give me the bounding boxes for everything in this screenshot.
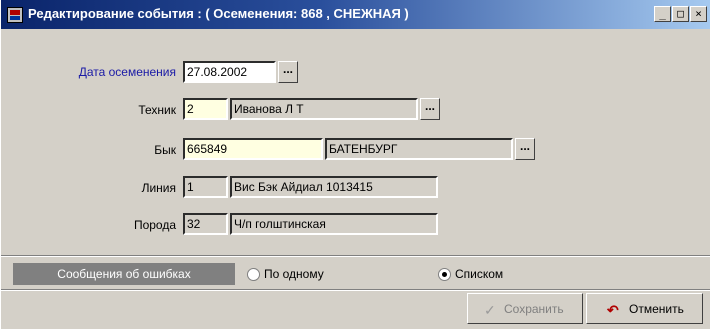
close-button[interactable]: × [690, 6, 707, 22]
line-name-field: Вис Бэк Айдиал 1013415 [230, 176, 438, 198]
bull-name-field: БАТЕНБУРГ [325, 138, 513, 160]
technician-code-field[interactable]: 2 [183, 98, 228, 120]
check-icon: ✓ [484, 302, 496, 318]
line-label: Линия [141, 181, 176, 195]
radio-list-label[interactable]: Списком [455, 267, 503, 281]
technician-label: Техник [138, 103, 176, 117]
breed-label: Порода [133, 218, 176, 232]
edit-event-window: Редактирование события : ( Осеменения: 8… [0, 0, 710, 329]
radio-one-by-one[interactable] [247, 268, 260, 281]
technician-name-field: Иванова Л Т [230, 98, 418, 120]
minimize-button[interactable]: _ [654, 6, 671, 22]
save-button-label: Сохранить [504, 302, 564, 316]
radio-list[interactable] [438, 268, 451, 281]
separator [1, 255, 710, 257]
undo-arrow-icon: ↶ [607, 302, 619, 318]
cancel-button[interactable]: ↶ Отменить [586, 293, 703, 324]
line-code-field: 1 [183, 176, 228, 198]
error-messages-label: Сообщения об ошибках [13, 263, 235, 285]
bull-lookup-button[interactable]: ... [515, 138, 535, 160]
app-icon [7, 7, 23, 23]
maximize-button[interactable]: □ [672, 6, 689, 22]
date-label: Дата осеменения [78, 65, 176, 79]
technician-lookup-button[interactable]: ... [420, 98, 440, 120]
radio-one-by-one-label[interactable]: По одному [264, 267, 324, 281]
date-picker-button[interactable]: ... [278, 61, 298, 83]
date-field[interactable]: 27.08.2002 [183, 61, 276, 83]
breed-code-field: 32 [183, 213, 228, 235]
bull-code-field[interactable]: 665849 [183, 138, 323, 160]
bull-label: Бык [154, 143, 176, 157]
separator [1, 289, 710, 291]
breed-name-field: Ч/п голштинская [230, 213, 438, 235]
window-title: Редактирование события : ( Осеменения: 8… [28, 6, 409, 21]
title-bar[interactable]: Редактирование события : ( Осеменения: 8… [1, 0, 710, 29]
cancel-button-label: Отменить [629, 302, 684, 316]
save-button[interactable]: ✓ Сохранить [467, 293, 583, 324]
